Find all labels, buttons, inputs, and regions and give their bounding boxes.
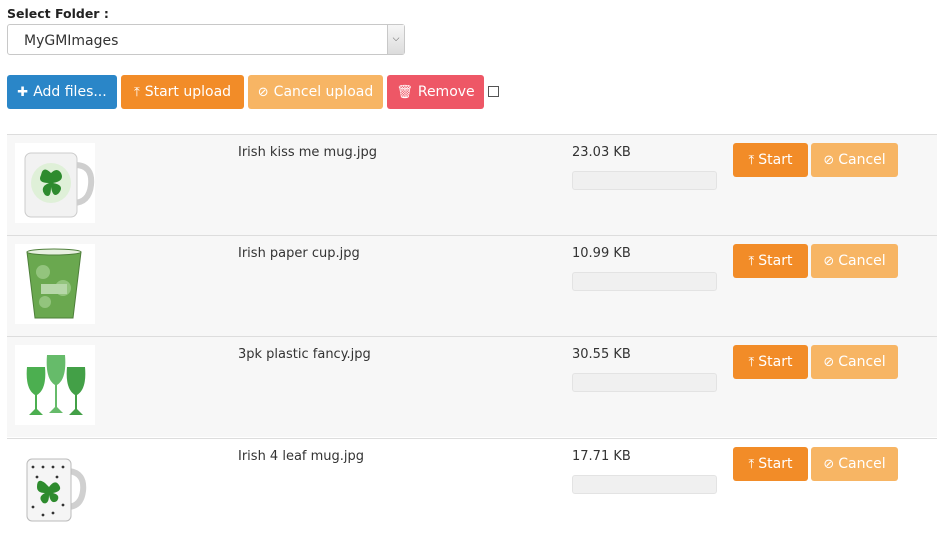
ban-icon: ⊘ [823, 254, 835, 269]
file-name: 3pk plastic fancy.jpg [238, 347, 371, 362]
select-all-checkbox[interactable] [488, 86, 499, 97]
cancel-button[interactable]: ⊘ Cancel [811, 244, 898, 278]
chevron-down-icon[interactable]: ⌵ [387, 25, 404, 54]
start-button[interactable]: ⤒ Start [733, 143, 808, 177]
start-button[interactable]: ⤒ Start [733, 447, 808, 481]
add-files-label: Add files... [33, 84, 107, 100]
progress-bar [572, 373, 717, 392]
circle-arrow-up-icon: ⤒ [133, 85, 140, 100]
cancel-button[interactable]: ⊘ Cancel [811, 143, 898, 177]
file-size: 10.99 KB [572, 246, 631, 261]
add-files-button[interactable]: ✚ Add files... [7, 75, 117, 109]
start-button[interactable]: ⤒ Start [733, 345, 808, 379]
file-thumbnail [15, 447, 95, 527]
circle-arrow-up-icon: ⤒ [748, 254, 755, 269]
file-name: Irish kiss me mug.jpg [238, 145, 377, 160]
cancel-label: Cancel [838, 354, 886, 370]
start-upload-label: Start upload [144, 84, 232, 100]
ban-icon: ⊘ [823, 153, 835, 168]
file-size: 17.71 KB [572, 449, 631, 464]
plus-icon: ✚ [17, 85, 29, 100]
file-name: Irish paper cup.jpg [238, 246, 360, 261]
progress-bar [572, 171, 717, 190]
cancel-upload-button[interactable]: ⊘ Cancel upload [248, 75, 383, 109]
circle-arrow-up-icon: ⤒ [748, 153, 755, 168]
ban-icon: ⊘ [823, 355, 835, 370]
file-row: Irish kiss me mug.jpg 23.03 KB ⤒ Start ⊘ C… [7, 134, 937, 235]
file-thumbnail [15, 345, 95, 425]
cancel-upload-label: Cancel upload [273, 84, 374, 100]
ban-icon: ⊘ [823, 457, 835, 472]
circle-arrow-up-icon: ⤒ [748, 355, 755, 370]
trash-icon: 🗑 [396, 85, 413, 100]
ban-icon: ⊘ [257, 85, 269, 100]
progress-bar [572, 272, 717, 291]
folder-select[interactable]: MyGMImages ⌵ [7, 24, 405, 55]
cancel-button[interactable]: ⊘ Cancel [811, 345, 898, 379]
start-upload-button[interactable]: ⤒ Start upload [121, 75, 244, 109]
circle-arrow-up-icon: ⤒ [748, 457, 755, 472]
file-row: 3pk plastic fancy.jpg 30.55 KB ⤒ Start ⊘ C… [7, 336, 937, 437]
file-thumbnail [15, 143, 95, 223]
progress-bar [572, 475, 717, 494]
remove-button[interactable]: 🗑 Remove [387, 75, 484, 109]
file-name: Irish 4 leaf mug.jpg [238, 449, 365, 464]
file-size: 23.03 KB [572, 145, 631, 160]
cancel-label: Cancel [838, 152, 886, 168]
cancel-label: Cancel [838, 456, 886, 472]
folder-select-value: MyGMImages [24, 33, 119, 49]
start-label: Start [758, 253, 793, 269]
start-label: Start [758, 152, 793, 168]
file-row: Irish 4 leaf mug.jpg 17.71 KB ⤒ Start ⊘ Ca… [7, 438, 937, 539]
start-label: Start [758, 354, 793, 370]
file-size: 30.55 KB [572, 347, 631, 362]
start-label: Start [758, 456, 793, 472]
file-row: Irish paper cup.jpg 10.99 KB ⤒ Start ⊘ Can… [7, 235, 937, 336]
cancel-label: Cancel [838, 253, 886, 269]
remove-label: Remove [417, 84, 475, 100]
cancel-button[interactable]: ⊘ Cancel [811, 447, 898, 481]
start-button[interactable]: ⤒ Start [733, 244, 808, 278]
folder-label: Select Folder : [7, 6, 109, 21]
file-thumbnail [15, 244, 95, 324]
